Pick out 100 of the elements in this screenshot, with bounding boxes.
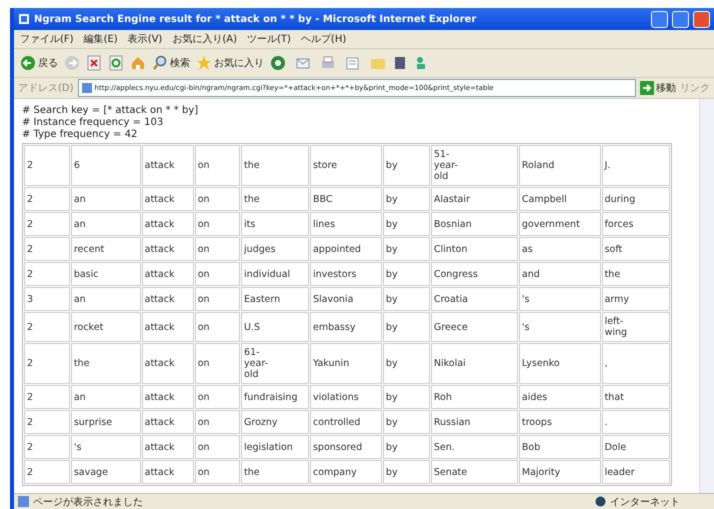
table-cell: by — [382, 343, 430, 384]
table-cell: attack — [142, 145, 194, 186]
home-icon[interactable] — [130, 55, 146, 71]
table-cell: the — [241, 187, 309, 211]
table-cell: 6 — [70, 145, 141, 186]
table-cell: attack — [142, 212, 194, 236]
table-cell: controlled — [310, 410, 382, 434]
table-cell: embassy — [310, 312, 382, 342]
table-cell: Russian — [430, 410, 518, 434]
back-icon — [20, 55, 36, 71]
table-cell: attack — [142, 460, 194, 484]
table-cell: Yakunin — [310, 343, 382, 384]
table-cell: by — [382, 460, 430, 484]
table-cell: violations — [310, 385, 382, 409]
table-cell: on — [194, 410, 240, 434]
close-button[interactable] — [693, 10, 710, 28]
table-cell: Sen. — [430, 435, 518, 459]
table-cell: 2 — [24, 262, 70, 286]
menu-item[interactable]: ファイル(F) — [20, 32, 74, 46]
menu-item[interactable]: 表示(V) — [128, 32, 162, 46]
table-cell: 's — [70, 435, 141, 459]
table-cell: 2 — [24, 410, 70, 434]
table-cell: individual — [241, 262, 309, 286]
table-cell: Senate — [430, 460, 518, 484]
stop-icon[interactable] — [86, 55, 102, 71]
table-cell: BBC — [310, 187, 382, 211]
table-cell: attack — [142, 410, 194, 434]
info-line: # Search key = [* attack on * * by] — [22, 105, 200, 117]
table-cell: on — [194, 435, 240, 459]
table-cell: Greece — [430, 312, 518, 342]
table-cell: by — [382, 187, 430, 211]
table-cell: on — [194, 237, 240, 261]
maximize-button[interactable] — [672, 10, 689, 28]
table-cell: troops — [518, 410, 601, 434]
table-cell: on — [194, 312, 240, 342]
table-cell: by — [382, 287, 430, 311]
menu-item[interactable]: ヘルプ(H) — [300, 32, 346, 46]
scrollbar[interactable] — [699, 99, 714, 493]
table-cell: that — [602, 385, 670, 409]
table-cell: 2 — [24, 312, 70, 342]
table-cell: fundraising — [241, 385, 309, 409]
info-line: # Type frequency = 42 — [22, 129, 138, 141]
search-icon — [152, 55, 168, 71]
star-icon — [196, 55, 212, 71]
table-cell: on — [194, 145, 240, 186]
table-cell: Roland — [518, 145, 601, 186]
table-cell: on — [194, 262, 240, 286]
table-cell: by — [382, 312, 430, 342]
window-title: Ngram Search Engine result for * attack on * * by - Microsoft Internet Explorer — [34, 14, 478, 24]
table-cell: Majority — [518, 460, 601, 484]
table-cell: Clinton — [430, 237, 518, 261]
table-cell: , — [602, 343, 670, 384]
table-cell: U.S — [241, 312, 309, 342]
table-cell: judges — [241, 237, 309, 261]
table-cell: Bosnian — [430, 212, 518, 236]
forward-icon[interactable] — [64, 55, 80, 71]
table-cell: 2 — [24, 435, 70, 459]
browser-icon — [18, 13, 30, 25]
table-cell: an — [70, 385, 141, 409]
minimize-button[interactable] — [651, 10, 668, 28]
zone-label: インターネット — [610, 496, 680, 508]
table-cell: on — [194, 187, 240, 211]
status-message: ページが表示されました — [33, 496, 144, 508]
table-cell: soft — [602, 237, 670, 261]
go-button[interactable]: 移動 — [640, 81, 676, 95]
table-cell: on — [194, 343, 240, 384]
table-cell: Eastern — [241, 287, 309, 311]
table-cell: 61- year- old — [241, 343, 309, 384]
table-cell: 2 — [24, 187, 70, 211]
menu-item[interactable]: 編集(E) — [84, 32, 118, 46]
favorites-button[interactable]: お気に入り — [196, 55, 264, 71]
menu-item[interactable]: お気に入り(A) — [172, 32, 237, 46]
table-cell: 3 — [24, 287, 70, 311]
table-cell: army — [602, 287, 670, 311]
table-cell: left- wing — [602, 312, 670, 342]
table-cell: surprise — [70, 410, 141, 434]
search-button[interactable]: 検索 — [152, 55, 190, 71]
table-cell: Lysenko — [518, 343, 601, 384]
table-cell: appointed — [310, 237, 382, 261]
table-cell: 2 — [24, 212, 70, 236]
table-cell: the — [602, 262, 670, 286]
table-cell: Campbell — [518, 187, 601, 211]
menu-item[interactable]: ツール(T) — [247, 32, 291, 46]
table-cell: legislation — [241, 435, 309, 459]
refresh-icon[interactable] — [108, 55, 124, 71]
table-cell: 2 — [24, 460, 70, 484]
table-cell: recent — [70, 237, 141, 261]
table-cell: . — [602, 410, 670, 434]
back-button[interactable]: 戻る — [20, 55, 58, 71]
table-cell: the — [241, 145, 309, 186]
table-cell: attack — [142, 343, 194, 384]
table-cell: by — [382, 145, 430, 186]
table-cell: sponsored — [310, 435, 382, 459]
print-icon[interactable] — [320, 55, 336, 71]
table-cell: 2 — [24, 237, 70, 261]
table-cell: Congress — [430, 262, 518, 286]
info-line: # Instance frequency = 103 — [22, 117, 164, 129]
table-cell: an — [70, 212, 141, 236]
table-cell: attack — [142, 312, 194, 342]
table-cell: 2 — [24, 385, 70, 409]
